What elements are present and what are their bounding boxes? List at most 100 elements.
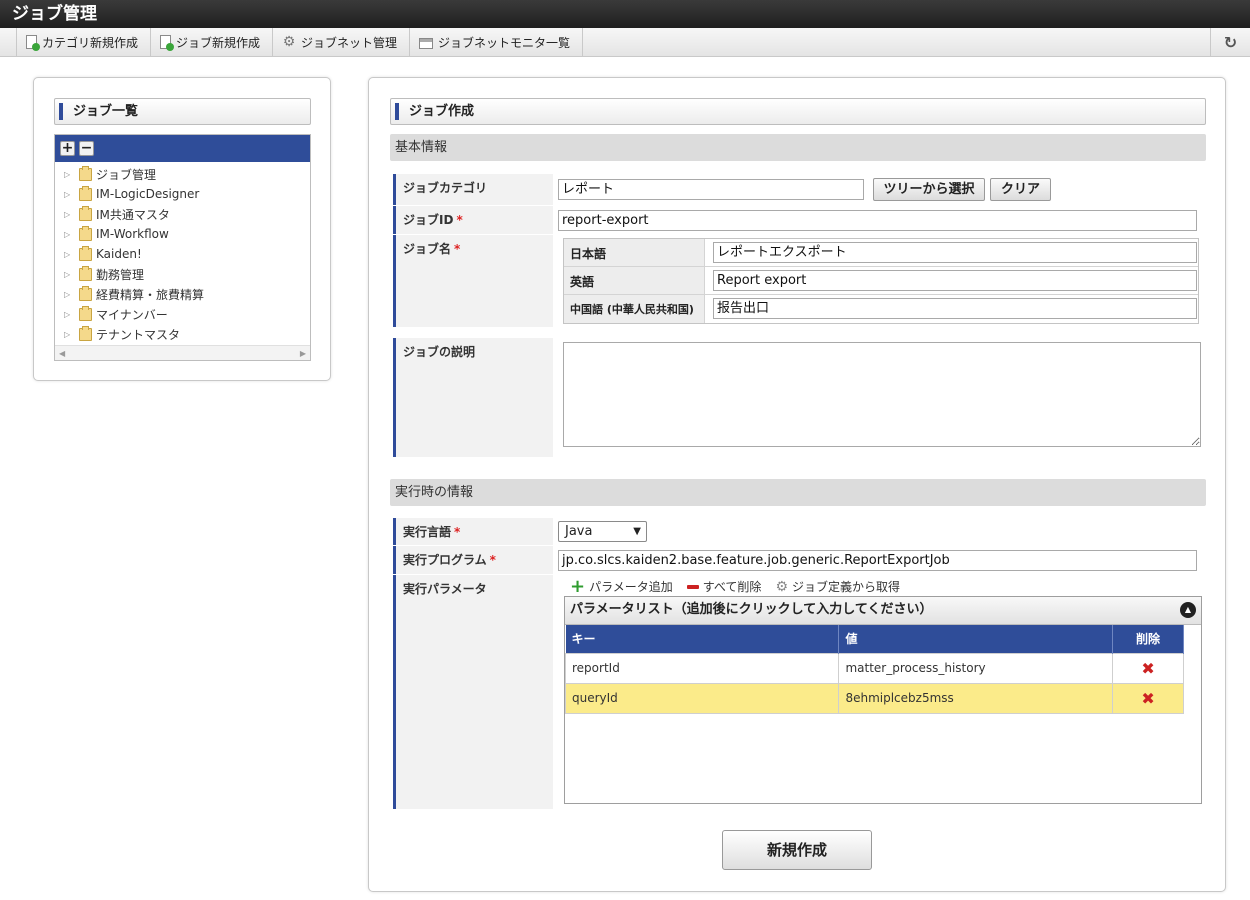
table-row[interactable]: queryId 8ehmiplcebz5mss ✖ bbox=[564, 682, 1184, 714]
expand-arrow-icon[interactable]: ▷ bbox=[64, 310, 76, 319]
refresh-button[interactable]: ↻ bbox=[1210, 28, 1250, 56]
job-id-input[interactable]: report-export bbox=[558, 210, 1197, 231]
tree-node[interactable]: ▷ マイナンバー bbox=[55, 304, 310, 324]
new-category-icon bbox=[26, 35, 40, 51]
refresh-icon: ↻ bbox=[1223, 32, 1238, 52]
jobnet-monitor-button[interactable]: ジョブネットモニタ一覧 bbox=[410, 28, 584, 56]
tree-node-label: ジョブ管理 bbox=[96, 167, 157, 182]
tree-node[interactable]: ▷ IM-Workflow bbox=[55, 224, 310, 244]
new-job-label: ジョブ新規作成 bbox=[176, 35, 261, 50]
folder-icon bbox=[79, 285, 92, 301]
dropdown-arrow-icon: ▼ bbox=[633, 526, 641, 537]
param-actions: + パラメータ追加 すべて削除 ⚙ ジョブ定義から取得 bbox=[570, 575, 900, 597]
tree-node[interactable]: ▷ 勤務管理 bbox=[55, 264, 310, 284]
exec-params-label: 実行パラメータ bbox=[393, 575, 553, 809]
expand-arrow-icon[interactable]: ▷ bbox=[64, 170, 76, 179]
gear-icon: ⚙ bbox=[775, 578, 788, 595]
tree-node-label: マイナンバー bbox=[96, 307, 168, 322]
job-category-input[interactable]: レポート bbox=[558, 179, 864, 200]
tree-horizontal-scrollbar[interactable]: ◀ ▶ bbox=[55, 345, 310, 360]
job-description-row: ジョブの説明 bbox=[393, 338, 1202, 457]
tree-node[interactable]: ▷ IM共通マスタ bbox=[55, 204, 310, 224]
exec-program-label: 実行プログラム * bbox=[393, 546, 553, 574]
param-key-cell[interactable]: reportId bbox=[564, 652, 840, 684]
expand-arrow-icon[interactable]: ▷ bbox=[64, 270, 76, 279]
lang-label-zh: 中国語 (中華人民共和国) bbox=[564, 295, 705, 323]
job-id-row: ジョブID * report-export bbox=[393, 206, 1202, 234]
select-from-tree-button[interactable]: ツリーから選択 bbox=[873, 178, 985, 201]
tree-node[interactable]: ▷ IM-LogicDesigner bbox=[55, 184, 310, 204]
delete-all-button[interactable]: すべて削除 bbox=[686, 578, 761, 595]
job-description-textarea[interactable] bbox=[563, 342, 1201, 447]
job-list-panel: ジョブ一覧 + − ▷ ジョブ管理 ▷ IM-LogicDesigner ▷ IM共通… bbox=[33, 77, 331, 381]
job-name-en-input[interactable]: Report export bbox=[713, 270, 1197, 291]
folder-icon bbox=[79, 185, 92, 201]
tree-list: ▷ ジョブ管理 ▷ IM-LogicDesigner ▷ IM共通マスタ ▷ IM-Wo… bbox=[55, 162, 310, 344]
tree-node[interactable]: ▷ Kaiden! bbox=[55, 244, 310, 264]
column-header-value: 値 bbox=[838, 625, 1114, 653]
monitor-icon bbox=[419, 37, 434, 49]
param-value-cell[interactable]: matter_process_history bbox=[838, 652, 1114, 684]
lang-row-en: 英語 Report export bbox=[564, 267, 1198, 295]
param-table: キー 値 削除 reportId matter_process_history … bbox=[564, 625, 1184, 714]
tree-header: + − bbox=[55, 135, 310, 162]
scroll-left-icon[interactable]: ◀ bbox=[59, 349, 65, 358]
expand-arrow-icon[interactable]: ▷ bbox=[64, 230, 76, 239]
job-name-ja-input[interactable]: レポートエクスポート bbox=[713, 242, 1197, 263]
app-title: ジョブ管理 bbox=[0, 0, 1250, 28]
collapse-up-icon[interactable]: ▲ bbox=[1180, 602, 1196, 618]
create-button[interactable]: 新規作成 bbox=[722, 830, 872, 870]
exec-program-input[interactable]: jp.co.slcs.kaiden2.base.feature.job.gene… bbox=[558, 550, 1197, 571]
tree-node-label: テナントマスタ bbox=[96, 327, 181, 342]
job-description-label: ジョブの説明 bbox=[393, 338, 553, 457]
exec-params-field-area: + パラメータ追加 すべて削除 ⚙ ジョブ定義から取得 パラメータリスト（追加後にク… bbox=[558, 575, 1202, 809]
expand-arrow-icon[interactable]: ▷ bbox=[64, 250, 76, 259]
table-row[interactable]: reportId matter_process_history ✖ bbox=[564, 652, 1184, 684]
tree-node-label: Kaiden! bbox=[96, 247, 142, 261]
job-name-field-area: 日本語 レポートエクスポート 英語 Report export 中国語 (中華人… bbox=[558, 235, 1202, 327]
expand-arrow-icon[interactable]: ▷ bbox=[64, 290, 76, 299]
new-category-button[interactable]: カテゴリ新規作成 bbox=[16, 28, 152, 56]
param-key-cell[interactable]: queryId bbox=[564, 682, 840, 714]
job-category-row: ジョブカテゴリ レポート ツリーから選択 クリア bbox=[393, 174, 1202, 205]
job-description-field-area bbox=[558, 338, 1202, 457]
job-category-field-area: レポート ツリーから選択 クリア bbox=[558, 174, 1202, 205]
clear-button[interactable]: クリア bbox=[990, 178, 1051, 201]
new-category-label: カテゴリ新規作成 bbox=[42, 35, 139, 50]
scroll-right-icon[interactable]: ▶ bbox=[300, 349, 306, 358]
expand-arrow-icon[interactable]: ▷ bbox=[64, 210, 76, 219]
tree-node[interactable]: ▷ 経費精算・旅費精算 bbox=[55, 284, 310, 304]
folder-icon bbox=[79, 305, 92, 321]
expand-arrow-icon[interactable]: ▷ bbox=[64, 190, 76, 199]
job-name-label: ジョブ名 * bbox=[393, 235, 553, 327]
delete-x-icon[interactable]: ✖ bbox=[1141, 659, 1154, 678]
exec-params-row: 実行パラメータ + パラメータ追加 すべて削除 ⚙ ジョブ定義から取得 パラメータリ… bbox=[393, 575, 1202, 809]
new-job-button[interactable]: ジョブ新規作成 bbox=[151, 28, 274, 56]
lang-row-zh: 中国語 (中華人民共和国) 报告出口 bbox=[564, 295, 1198, 323]
tree-node-label: IM-LogicDesigner bbox=[96, 187, 200, 201]
plus-icon: + bbox=[570, 575, 586, 597]
jobnet-manage-button[interactable]: ⚙ ジョブネット管理 bbox=[273, 28, 411, 56]
job-name-zh-input[interactable]: 报告出口 bbox=[713, 298, 1197, 319]
runtime-info-heading: 実行時の情報 bbox=[390, 479, 1206, 506]
gear-icon: ⚙ bbox=[282, 33, 296, 50]
job-form-title: ジョブ作成 bbox=[390, 98, 1206, 125]
expand-all-button[interactable]: + bbox=[60, 141, 75, 156]
tree-node[interactable]: ▷ テナントマスタ bbox=[55, 324, 310, 344]
lang-row-ja: 日本語 レポートエクスポート bbox=[564, 239, 1198, 267]
param-value-cell[interactable]: 8ehmiplcebz5mss bbox=[838, 682, 1114, 714]
expand-arrow-icon[interactable]: ▷ bbox=[64, 330, 76, 339]
add-param-button[interactable]: + パラメータ追加 bbox=[570, 575, 673, 597]
exec-language-select[interactable]: Java ▼ bbox=[558, 521, 647, 542]
tree-node-label: 経費精算・旅費精算 bbox=[96, 287, 205, 302]
collapse-all-button[interactable]: − bbox=[79, 141, 94, 156]
folder-icon bbox=[79, 165, 92, 181]
get-from-job-def-button[interactable]: ⚙ ジョブ定義から取得 bbox=[775, 578, 900, 595]
job-form-panel: ジョブ作成 基本情報 ジョブカテゴリ レポート ツリーから選択 クリア ジョブI… bbox=[368, 77, 1226, 892]
delete-cell: ✖ bbox=[1112, 652, 1184, 684]
jobnet-manage-label: ジョブネット管理 bbox=[301, 35, 398, 50]
job-id-field-area: report-export bbox=[558, 206, 1202, 234]
delete-x-icon[interactable]: ✖ bbox=[1141, 689, 1154, 708]
tree-node[interactable]: ▷ ジョブ管理 bbox=[55, 164, 310, 184]
exec-language-value: Java bbox=[565, 524, 593, 539]
